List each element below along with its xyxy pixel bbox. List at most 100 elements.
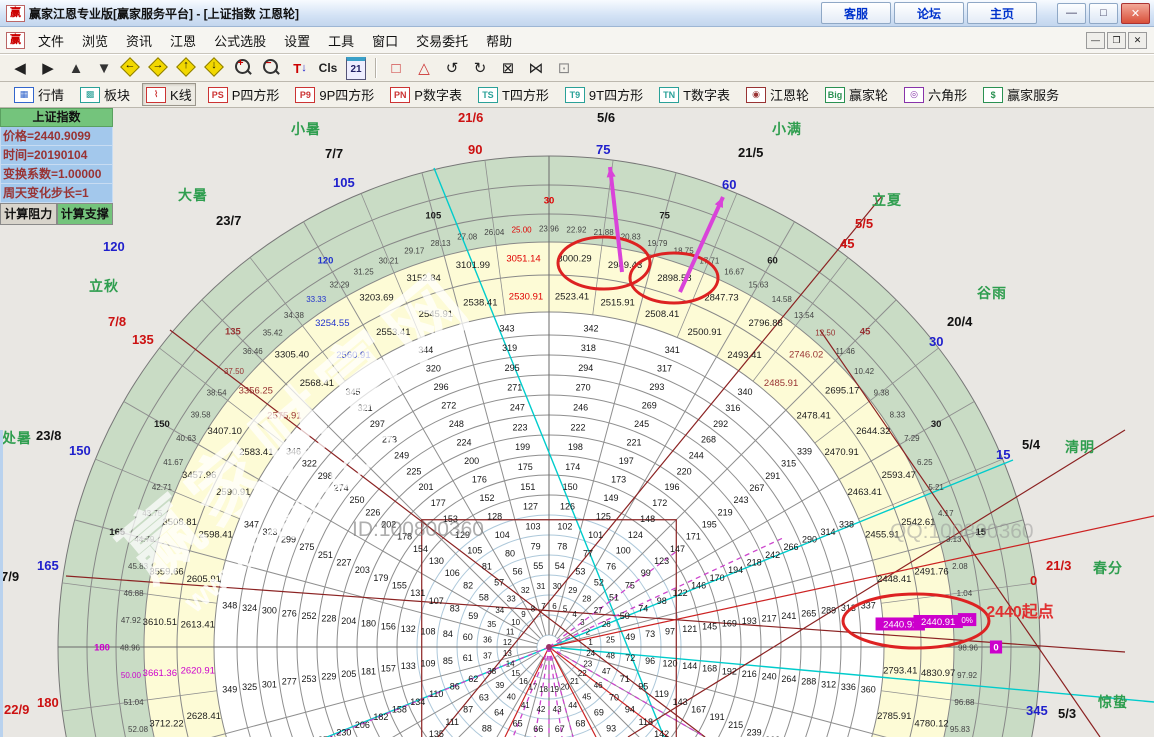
tool-赢家轮[interactable]: Big 赢家轮 [821,83,892,106]
presentation-button[interactable]: ⊡ [551,56,577,80]
tool-行情[interactable]: ▦ 行情 [10,83,68,106]
svg-text:95: 95 [638,682,648,692]
svg-text:170: 170 [710,573,725,583]
svg-text:87: 87 [463,705,473,715]
svg-text:144: 144 [682,661,697,671]
zoom-out-button[interactable]: − [259,56,285,80]
svg-text:101: 101 [588,530,603,540]
svg-text:70: 70 [609,692,619,702]
menu-item-5[interactable]: 设置 [275,28,319,53]
valley-marker-button[interactable]: ▼ [91,56,117,80]
tool-P四方形[interactable]: PS P四方形 [204,83,284,106]
svg-text:86: 86 [450,682,460,692]
svg-text:2: 2 [586,627,591,636]
svg-text:289: 289 [821,606,836,616]
expand-button[interactable]: ⊠ [495,56,521,80]
menu-item-9[interactable]: 帮助 [477,28,521,53]
restore-button[interactable]: □ [1089,2,1118,24]
svg-text:46: 46 [594,681,603,690]
menu-item-0[interactable]: 文件 [29,28,73,53]
cls-button[interactable]: Cls [315,56,341,80]
rotate-ccw-button[interactable]: ↺ [439,56,465,80]
svg-text:277: 277 [282,677,297,687]
tool-T四方形[interactable]: TS T四方形 [474,83,553,106]
tool-9P四方形[interactable]: P9 9P四方形 [291,83,378,106]
svg-text:96: 96 [645,656,655,666]
svg-text:78: 78 [557,541,567,551]
tool-K线[interactable]: ⌇ K线 [142,83,196,106]
wheel-outer-label-150: 150 [69,443,91,458]
svg-text:33: 33 [507,594,516,603]
tool-板块[interactable]: ▩ 板块 [76,83,134,106]
tool-T数字表[interactable]: TN T数字表 [655,83,734,106]
svg-text:340: 340 [738,387,753,397]
svg-text:108: 108 [421,627,436,637]
svg-text:81: 81 [482,562,492,572]
back-button[interactable]: ◀ [7,56,33,80]
tool-9T四方形[interactable]: T9 9T四方形 [561,83,647,106]
svg-text:314: 314 [820,527,835,537]
wheel-outer-label-大暑: 大暑 [178,187,208,203]
tool-赢家服务[interactable]: $ 赢家服务 [979,83,1063,106]
svg-text:104: 104 [495,530,510,540]
svg-text:229: 229 [321,671,336,681]
child-minimize-button[interactable]: — [1086,31,1105,49]
svg-text:265: 265 [801,608,816,618]
diamond-up-button[interactable]: ↑ [175,56,201,80]
forum-button[interactable]: 论坛 [894,2,964,24]
svg-text:58: 58 [479,593,489,603]
svg-text:8.33: 8.33 [890,411,906,420]
calc-support-button[interactable]: 计算支撑 [56,203,113,225]
menu-item-1[interactable]: 浏览 [73,28,117,53]
forward-button[interactable]: ▶ [35,56,61,80]
diamond-left-button[interactable]: ← [119,56,145,80]
diamond-down-button[interactable]: ↓ [203,56,229,80]
calc-resistance-button[interactable]: 计算阻力 [0,203,57,225]
svg-text:98.96: 98.96 [958,644,979,653]
svg-text:338: 338 [839,519,854,529]
svg-text:38.54: 38.54 [207,388,228,397]
svg-text:131: 131 [410,588,425,598]
menu-item-8[interactable]: 交易委托 [407,28,477,53]
svg-text:9.38: 9.38 [874,388,890,397]
tool-六角形[interactable]: ◎ 六角形 [900,83,971,106]
svg-text:157: 157 [381,664,396,674]
svg-text:68: 68 [575,718,585,728]
shrink-button[interactable]: ⋈ [523,56,549,80]
menu-item-6[interactable]: 工具 [319,28,363,53]
customer-service-button[interactable]: 客服 [821,2,891,24]
svg-text:36: 36 [483,635,492,644]
menu-item-4[interactable]: 公式选股 [205,28,275,53]
svg-text:180: 180 [94,643,110,654]
close-button[interactable]: ✕ [1121,2,1150,24]
peak-marker-button[interactable]: ▲ [63,56,89,80]
tool-label: 赢家轮 [849,88,889,103]
rotate-cw-button[interactable]: ↻ [467,56,493,80]
tool-P数字表[interactable]: PN P数字表 [386,83,466,106]
svg-text:224: 224 [457,437,472,447]
homepage-button[interactable]: 主页 [967,2,1037,24]
calendar-button[interactable]: 21 [343,56,369,80]
menu-item-7[interactable]: 窗口 [363,28,407,53]
minimize-button[interactable]: — [1057,2,1086,24]
t-cursor-button[interactable]: T ↓ [287,56,313,80]
svg-text:37.50: 37.50 [224,367,245,376]
child-close-button[interactable]: ✕ [1128,31,1147,49]
tool-江恩轮[interactable]: ◉ 江恩轮 [742,83,813,106]
svg-text:2644.32: 2644.32 [856,426,890,437]
menu-item-3[interactable]: 江恩 [161,28,205,53]
svg-text:325: 325 [242,682,257,692]
svg-text:230: 230 [336,727,351,737]
triangle-tool-button[interactable]: △ [411,56,437,80]
svg-text:67: 67 [555,724,565,734]
svg-text:2493.41: 2493.41 [727,350,761,361]
child-restore-button[interactable]: ❐ [1107,31,1126,49]
gann-wheel-chart[interactable]: 1 2 3 4 5 6 7 8 9 10 11 12 13 14 15 16 17 18 19 20 21 22 23 24 2… [0,108,1154,737]
diamond-right-button[interactable]: → [147,56,173,80]
square-tool-button[interactable]: □ [383,56,409,80]
svg-text:2796.88: 2796.88 [749,318,783,329]
wheel-outer-label-21/3: 21/3 [1046,558,1072,573]
zoom-in-button[interactable]: + [231,56,257,80]
menu-item-2[interactable]: 资讯 [117,28,161,53]
svg-text:31: 31 [536,582,545,591]
